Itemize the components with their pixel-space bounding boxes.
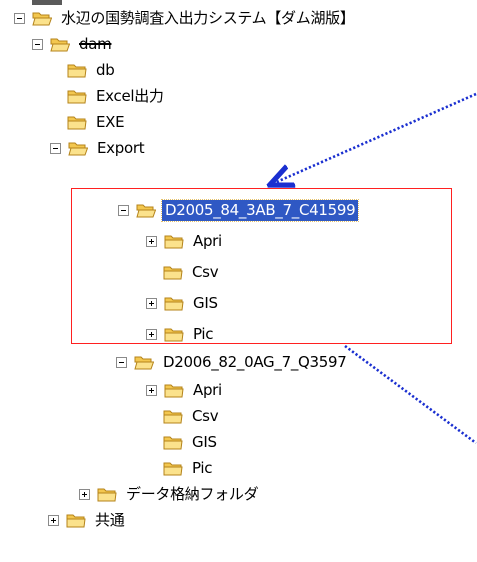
annotation-arrow [272, 92, 477, 184]
annotation-line [344, 344, 477, 445]
annotation-arrows [0, 92, 477, 445]
